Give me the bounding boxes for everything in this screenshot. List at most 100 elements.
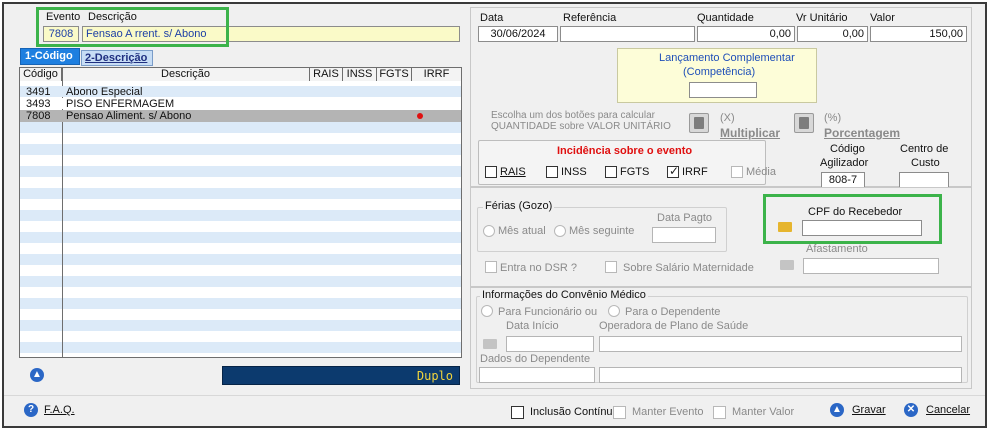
- sobre-salario-label: Sobre Salário Maternidade: [623, 262, 754, 274]
- afastamento-input[interactable]: [803, 258, 939, 274]
- para-dependente-label: Para o Dependente: [625, 306, 721, 318]
- calc-instruction-1: Escolha um dos botões para calcular: [491, 110, 655, 121]
- fgts-checkbox[interactable]: [605, 166, 617, 178]
- folder-icon[interactable]: [483, 339, 497, 349]
- row-2-codigo: 3493: [26, 98, 51, 110]
- col-header-inss[interactable]: INSS: [343, 68, 377, 81]
- manter-evento-label: Manter Evento: [632, 406, 704, 418]
- folder-icon[interactable]: [778, 222, 792, 232]
- centro-custo-label-2: Custo: [911, 157, 940, 169]
- data-inicio-input[interactable]: [506, 336, 594, 352]
- data-input[interactable]: 30/06/2024: [478, 26, 558, 42]
- empty-grid-row: [20, 243, 461, 254]
- calc-instruction-2: QUANTIDADE sobre VALOR UNITÁRIO: [491, 121, 671, 132]
- row-1-codigo: 3491: [26, 86, 51, 98]
- empty-grid-row: [20, 177, 461, 188]
- media-checkbox[interactable]: [731, 166, 743, 178]
- fgts-label: FGTS: [620, 166, 650, 178]
- irrf-checkbox[interactable]: ✓: [667, 164, 679, 178]
- manter-evento-checkbox[interactable]: [613, 406, 626, 419]
- empty-grid-row: [20, 320, 461, 331]
- irrf-label: IRRF: [682, 166, 708, 178]
- tab-codigo-label: 1-Código: [25, 50, 73, 62]
- row-1-descricao: Abono Especial: [66, 86, 143, 98]
- row-2-descricao: PISO ENFERMAGEM: [66, 98, 175, 110]
- agilizador-input[interactable]: 808-7: [821, 172, 865, 188]
- quantidade-label: Quantidade: [697, 12, 754, 24]
- operadora-input[interactable]: [599, 336, 962, 352]
- data-label: Data: [480, 12, 504, 24]
- gravar-button[interactable]: ▲ Gravar: [828, 401, 894, 421]
- vr-unitario-input[interactable]: 0,00: [797, 26, 868, 42]
- empty-grid-row: [20, 331, 461, 342]
- faq-link[interactable]: F.A.Q.: [44, 404, 75, 416]
- empty-grid-row: [20, 287, 461, 298]
- col-header-descricao[interactable]: Descrição: [62, 68, 310, 81]
- gravar-icon: ▲: [830, 403, 844, 417]
- folder-icon[interactable]: [780, 260, 794, 270]
- perc-symbol: (%): [824, 112, 842, 124]
- inss-label: INSS: [561, 166, 587, 178]
- empty-grid-row: [20, 276, 461, 287]
- calculator-icon[interactable]: [794, 113, 814, 133]
- mes-seguinte-radio[interactable]: [554, 225, 566, 237]
- rais-checkbox[interactable]: [485, 166, 497, 178]
- mes-atual-radio[interactable]: [483, 225, 495, 237]
- valor-input[interactable]: 150,00: [870, 26, 967, 42]
- duplo-indicator: Duplo: [222, 366, 460, 385]
- referencia-label: Referência: [563, 12, 617, 24]
- entra-dsr-label: Entra no DSR ?: [500, 262, 578, 274]
- tab-descricao[interactable]: 2-Descrição: [81, 50, 153, 66]
- inss-checkbox[interactable]: [546, 166, 558, 178]
- col-header-fgts[interactable]: FGTS: [377, 68, 412, 81]
- multiplicar-button[interactable]: Multiplicar: [720, 126, 780, 140]
- tab-descricao-label: 2-Descrição: [85, 52, 148, 64]
- manter-valor-checkbox[interactable]: [713, 406, 726, 419]
- irrf-dot-icon: [417, 113, 423, 119]
- entra-dsr-checkbox[interactable]: [485, 261, 497, 273]
- media-label: Média: [746, 166, 776, 178]
- empty-grid-row: [20, 188, 461, 199]
- inclusao-label: Inclusão Contínua: [530, 406, 619, 418]
- data-pagto-label: Data Pagto: [657, 212, 713, 224]
- rais-label: RAIS: [500, 166, 526, 178]
- col-header-irrf[interactable]: IRRF: [412, 68, 461, 81]
- empty-grid-row: [20, 309, 461, 320]
- cpf-label: CPF do Recebedor: [808, 206, 903, 218]
- empty-grid-row: [20, 342, 461, 353]
- row-3-codigo: 7808: [26, 110, 51, 122]
- data-pagto-input[interactable]: [652, 227, 716, 243]
- convenio-title: Informações do Convênio Médico: [480, 289, 648, 301]
- inclusao-checkbox[interactable]: [511, 406, 524, 419]
- porcentagem-button[interactable]: Porcentagem: [824, 126, 900, 140]
- gravar-label: Gravar: [852, 404, 886, 416]
- col-header-codigo[interactable]: Código: [20, 68, 62, 81]
- para-funcionario-radio[interactable]: [481, 305, 493, 317]
- calculator-icon[interactable]: [689, 113, 709, 133]
- afastamento-label: Afastamento: [806, 243, 868, 255]
- col-header-rais[interactable]: RAIS: [310, 68, 343, 81]
- centro-custo-input[interactable]: [899, 172, 949, 188]
- event-highlight-box: [36, 7, 229, 47]
- dados-dependente-input-1[interactable]: [479, 367, 595, 383]
- para-dependente-radio[interactable]: [608, 305, 620, 317]
- empty-grid-row: [20, 166, 461, 177]
- help-icon[interactable]: ?: [24, 403, 38, 417]
- empty-grid-row: [20, 122, 461, 133]
- cpf-input[interactable]: [802, 220, 922, 236]
- cancelar-icon: ✕: [904, 403, 918, 417]
- ferias-title: Férias (Gozo): [483, 200, 555, 212]
- up-arrow-icon[interactable]: ▲: [30, 368, 44, 382]
- empty-grid-row: [20, 232, 461, 243]
- lancamento-title-2: (Competência): [683, 66, 756, 78]
- mult-symbol: (X): [720, 112, 735, 124]
- referencia-input[interactable]: [560, 26, 695, 42]
- tab-codigo[interactable]: 1-Código: [20, 48, 80, 65]
- dados-dependente-input-2[interactable]: [599, 367, 962, 383]
- cancelar-label: Cancelar: [926, 404, 971, 416]
- lancamento-input[interactable]: [689, 82, 757, 98]
- sobre-salario-checkbox[interactable]: [605, 261, 617, 273]
- manter-valor-label: Manter Valor: [732, 406, 795, 418]
- cancelar-button[interactable]: ✕ Cancelar: [904, 401, 976, 421]
- quantidade-input[interactable]: 0,00: [697, 26, 795, 42]
